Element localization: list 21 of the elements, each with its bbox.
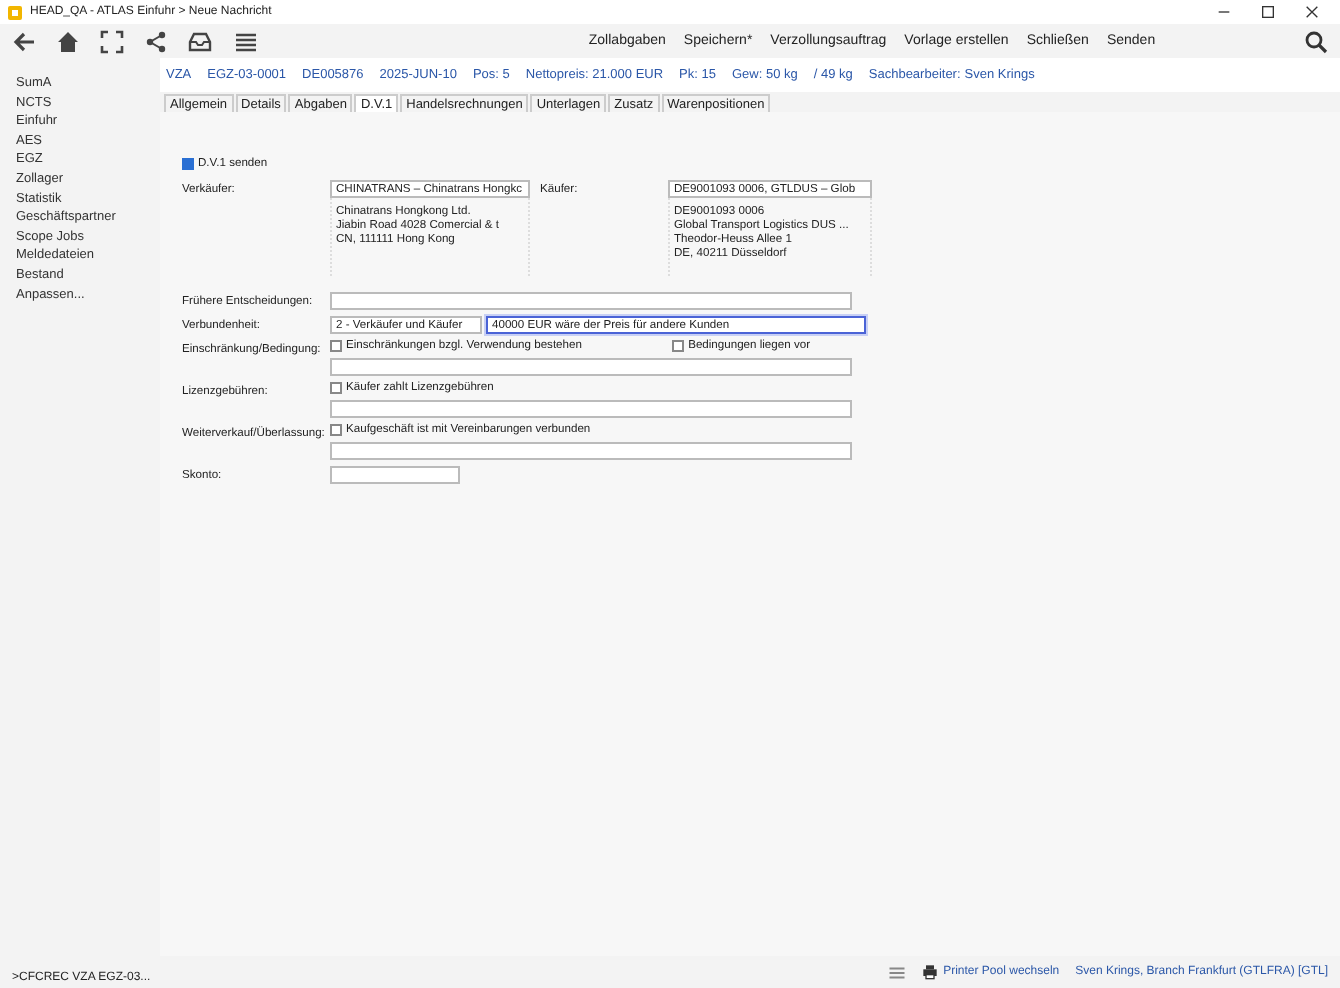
checkbox[interactable] [330, 340, 342, 352]
app-logo-icon [8, 5, 22, 19]
inbox-icon[interactable] [188, 29, 212, 53]
home-icon[interactable] [56, 29, 80, 53]
checkbox[interactable] [330, 382, 342, 394]
fullscreen-icon[interactable] [100, 29, 124, 53]
search-icon[interactable] [1304, 29, 1328, 53]
checkbox[interactable] [330, 424, 342, 436]
text-field[interactable] [330, 442, 852, 460]
text-field[interactable] [330, 292, 852, 310]
checkbox[interactable] [182, 158, 194, 170]
text-field[interactable] [330, 400, 852, 418]
close-icon[interactable] [1304, 4, 1320, 20]
printer-icon[interactable] [921, 964, 938, 980]
text-field[interactable] [330, 358, 852, 376]
text-field[interactable] [330, 466, 460, 484]
checkbox[interactable] [672, 340, 685, 352]
list-icon[interactable] [232, 29, 260, 53]
share-icon[interactable] [144, 29, 168, 53]
back-arrow-icon[interactable] [12, 29, 36, 53]
maximize-icon[interactable] [1260, 4, 1276, 20]
